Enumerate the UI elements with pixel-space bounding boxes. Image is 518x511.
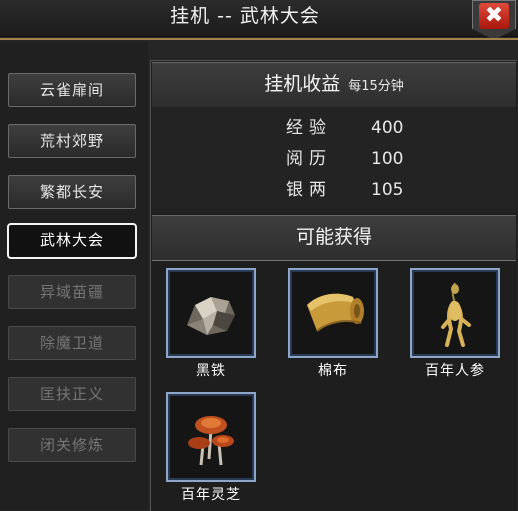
rewards-title: 可能获得 (295, 226, 372, 248)
black-iron-ore-icon (187, 297, 235, 335)
stat-label: 银两 (286, 180, 332, 200)
reward-name: 黑铁 (196, 363, 226, 379)
reward-slot-ginseng[interactable] (410, 268, 500, 358)
reward-slot-cotton-cloth[interactable] (288, 268, 378, 358)
sidebar-item-chumo[interactable]: 除魔卫道 (8, 326, 136, 360)
sidebar-item-biguan[interactable]: 闭关修炼 (8, 428, 136, 462)
rewards-header: 可能获得 (152, 215, 516, 261)
earnings-header: 挂机收益 每15分钟 (152, 62, 516, 108)
lingzhi-mushroom-icon (188, 416, 234, 466)
earnings-interval: 每15分钟 (348, 79, 404, 94)
stat-label: 阅历 (286, 149, 332, 169)
title-bar: 挂机 -- 武林大会 (0, 0, 518, 37)
sidebar-item-yunque[interactable]: 云雀扉间 (8, 73, 136, 107)
close-icon: ✖ (479, 3, 509, 29)
stat-value: 100 (371, 149, 404, 169)
cotton-cloth-icon (307, 293, 364, 332)
sidebar-item-kuangfu[interactable]: 匡扶正义 (8, 377, 136, 411)
stat-value: 400 (371, 118, 404, 138)
sidebar-item-wulin[interactable]: 武林大会 (7, 223, 137, 259)
sidebar-item-miaojiang[interactable]: 异域苗疆 (8, 275, 136, 309)
reward-slot-lingzhi[interactable] (166, 392, 256, 482)
stat-label: 经验 (286, 118, 332, 138)
reward-slot-black-iron[interactable] (166, 268, 256, 358)
stat-value: 105 (371, 180, 404, 200)
reward-name: 棉布 (318, 363, 348, 379)
stat-row-exp: 经验 400 (0, 114, 518, 142)
title-divider (0, 38, 518, 40)
reward-name: 百年灵芝 (181, 487, 241, 503)
stat-row-experience: 阅历 100 (0, 145, 518, 173)
stat-row-silver: 银两 105 (0, 176, 518, 204)
reward-name: 百年人参 (425, 363, 485, 379)
ginseng-root-icon (441, 282, 471, 347)
earnings-title: 挂机收益 (264, 73, 341, 95)
window-title: 挂机 -- 武林大会 (170, 5, 320, 27)
